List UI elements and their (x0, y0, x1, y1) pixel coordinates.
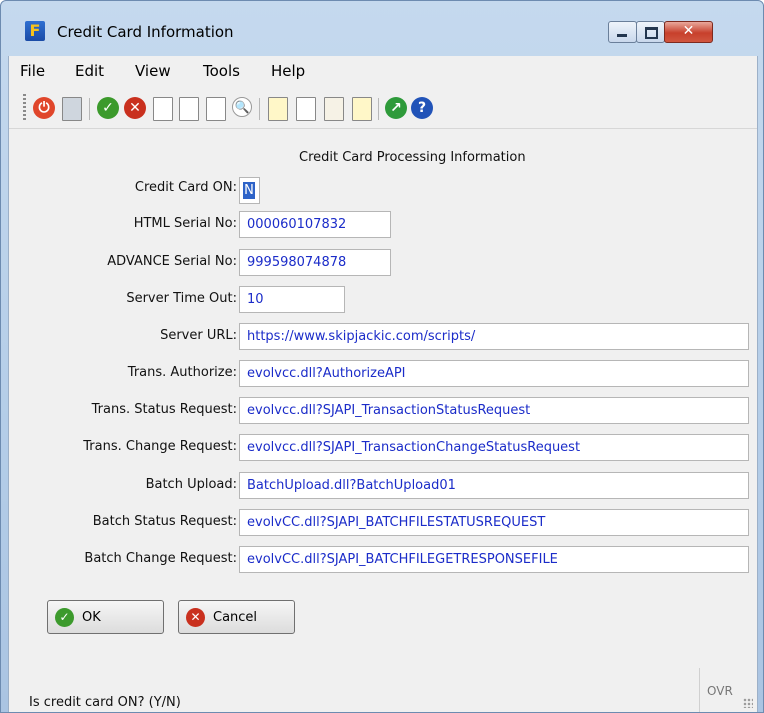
ok-button[interactable]: ✓ OK (47, 600, 164, 634)
advance-serial-field[interactable]: 999598074878 (239, 249, 391, 276)
server-timeout-field[interactable]: 10 (239, 286, 345, 313)
menu-bar: File Edit View Tools Help (9, 56, 757, 84)
credit-card-on-label: Credit Card ON: (134, 180, 237, 195)
ok-button-label: OK (82, 610, 101, 625)
maximize-button[interactable] (636, 21, 665, 43)
trans-authorize-field[interactable]: evolvcc.dll?AuthorizeAPI (239, 360, 749, 387)
select-page-icon[interactable] (206, 97, 226, 121)
cancel-x-icon: ✕ (186, 608, 205, 627)
batch-change-field[interactable]: evolvCC.dll?SJAPI_BATCHFILEGETRESPONSEFI… (239, 546, 749, 573)
batch-status-field[interactable]: evolvCC.dll?SJAPI_BATCHFILESTATUSREQUEST (239, 509, 749, 536)
overwrite-mode-indicator: OVR (699, 668, 740, 712)
window-title: Credit Card Information (57, 23, 234, 41)
clipboard-icon[interactable] (296, 97, 316, 121)
ok-check-icon: ✓ (55, 608, 74, 627)
trans-status-label: Trans. Status Request: (91, 402, 237, 417)
copy-page-icon[interactable] (153, 97, 173, 121)
app-logo-icon: F (25, 21, 45, 41)
trans-change-label: Trans. Change Request: (83, 439, 237, 454)
ok-check-icon[interactable]: ✓ (97, 97, 119, 119)
html-serial-field[interactable]: 000060107832 (239, 211, 391, 238)
checked-notepad-icon[interactable] (352, 97, 372, 121)
close-icon: ✕ (682, 23, 695, 39)
menu-view[interactable]: View (135, 62, 171, 80)
overwrite-mode-label: OVR (707, 684, 733, 698)
menu-file[interactable]: File (20, 62, 45, 80)
minimize-button[interactable] (608, 21, 637, 43)
batch-change-label: Batch Change Request: (84, 551, 237, 566)
paste-page-icon[interactable] (179, 97, 199, 121)
batch-upload-label: Batch Upload: (145, 477, 237, 492)
toolbar-separator (259, 98, 260, 120)
maximize-icon (645, 27, 658, 39)
menu-tools[interactable]: Tools (203, 62, 240, 80)
help-icon[interactable]: ? (411, 97, 433, 119)
printer-icon[interactable] (62, 97, 82, 121)
toolbar-grip[interactable] (23, 94, 26, 120)
toolbar-separator (378, 98, 379, 120)
credit-card-on-value: N (243, 182, 255, 199)
section-title: Credit Card Processing Information (299, 150, 526, 165)
zoom-icon[interactable]: 🔍 (232, 97, 252, 117)
server-timeout-label: Server Time Out: (126, 291, 237, 306)
resize-grip[interactable] (743, 698, 753, 708)
client-area: File Edit View Tools Help ⏻ ✓ ✕ 🔍 ↗ ? Cr… (8, 56, 758, 712)
notepad-icon[interactable] (268, 97, 288, 121)
server-url-field[interactable]: https://www.skipjackic.com/scripts/ (239, 323, 749, 350)
minimize-icon (617, 34, 627, 37)
advance-serial-label: ADVANCE Serial No: (107, 254, 237, 269)
cancel-button-label: Cancel (213, 610, 258, 625)
server-url-label: Server URL: (160, 328, 237, 343)
pencil-doc-icon[interactable] (324, 97, 344, 121)
trans-authorize-label: Trans. Authorize: (127, 365, 237, 380)
toolbar-separator (89, 98, 90, 120)
cancel-x-icon[interactable]: ✕ (124, 97, 146, 119)
trans-change-field[interactable]: evolvcc.dll?SJAPI_TransactionChangeStatu… (239, 434, 749, 461)
credit-card-window: F Credit Card Information ✕ File Edit Vi… (0, 0, 764, 713)
power-icon[interactable]: ⏻ (33, 97, 55, 119)
menu-edit[interactable]: Edit (75, 62, 104, 80)
status-message: Is credit card ON? (Y/N) (29, 695, 181, 710)
menu-help[interactable]: Help (271, 62, 305, 80)
status-bar: Is credit card ON? (Y/N) OVR (9, 668, 757, 712)
cancel-button[interactable]: ✕ Cancel (178, 600, 295, 634)
batch-upload-field[interactable]: BatchUpload.dll?BatchUpload01 (239, 472, 749, 499)
close-button[interactable]: ✕ (664, 21, 713, 43)
title-bar[interactable]: F Credit Card Information ✕ (1, 1, 763, 43)
trans-status-field[interactable]: evolvcc.dll?SJAPI_TransactionStatusReque… (239, 397, 749, 424)
chart-icon[interactable]: ↗ (385, 97, 407, 119)
html-serial-label: HTML Serial No: (133, 216, 237, 231)
batch-status-label: Batch Status Request: (92, 514, 237, 529)
credit-card-on-field[interactable]: N (239, 177, 260, 204)
toolbar: ⏻ ✓ ✕ 🔍 ↗ ? (9, 84, 757, 129)
